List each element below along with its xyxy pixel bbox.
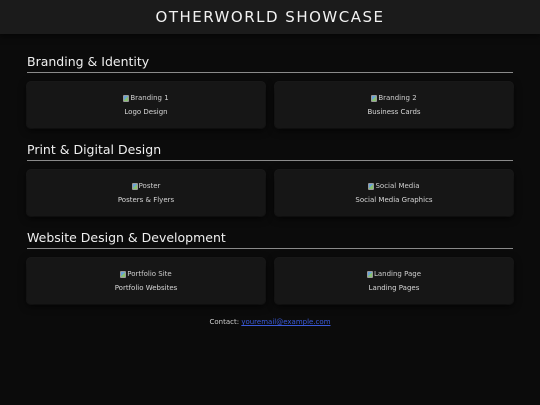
card-grid: Poster Posters & Flyers Social Media Soc… [27,170,513,216]
site-footer: Contact: youremail@example.com [27,318,513,326]
card-label: Logo Design [124,108,168,116]
broken-image-icon [368,182,375,190]
broken-image-icon [366,270,373,278]
contact-label: Contact: [209,318,240,326]
section-web-design: Website Design & Development Portfolio S… [27,230,513,304]
card-label: Posters & Flyers [117,196,175,204]
card-grid: Portfolio Site Portfolio Websites Landin… [27,258,513,304]
broken-image-icon [371,94,378,102]
portfolio-card[interactable]: Branding 1 Logo Design [27,82,265,128]
card-image: Landing Page [366,270,422,278]
image-alt-text: Branding 1 [130,94,169,102]
card-label: Social Media Graphics [355,196,433,204]
broken-image-icon [131,182,138,190]
section-title: Print & Digital Design [27,142,513,161]
section-title: Website Design & Development [27,230,513,249]
image-alt-text: Social Media [375,182,420,190]
portfolio-card[interactable]: Portfolio Site Portfolio Websites [27,258,265,304]
broken-image-icon [123,94,130,102]
card-image: Poster [131,182,161,190]
portfolio-card[interactable]: Landing Page Landing Pages [275,258,513,304]
site-header: OTHERWORLD SHOWCASE [0,0,540,34]
card-label: Landing Pages [368,284,420,292]
image-alt-text: Poster [138,182,161,190]
card-grid: Branding 1 Logo Design Branding 2 Busine… [27,82,513,128]
site-title: OTHERWORLD SHOWCASE [155,8,385,26]
section-print-digital: Print & Digital Design Poster Posters & … [27,142,513,216]
contact-email-link[interactable]: youremail@example.com [241,318,330,326]
section-branding: Branding & Identity Branding 1 Logo Desi… [27,54,513,128]
image-alt-text: Landing Page [373,270,422,278]
card-image: Social Media [368,182,420,190]
portfolio-card[interactable]: Poster Posters & Flyers [27,170,265,216]
image-alt-text: Portfolio Site [127,270,172,278]
card-image: Portfolio Site [120,270,172,278]
image-alt-text: Branding 2 [378,94,417,102]
portfolio-card[interactable]: Social Media Social Media Graphics [275,170,513,216]
portfolio-card[interactable]: Branding 2 Business Cards [275,82,513,128]
main-content: Branding & Identity Branding 1 Logo Desi… [0,34,540,326]
card-label: Portfolio Websites [114,284,178,292]
card-label: Business Cards [367,108,421,116]
section-title: Branding & Identity [27,54,513,73]
card-image: Branding 1 [123,94,169,102]
card-image: Branding 2 [371,94,417,102]
broken-image-icon [120,270,127,278]
